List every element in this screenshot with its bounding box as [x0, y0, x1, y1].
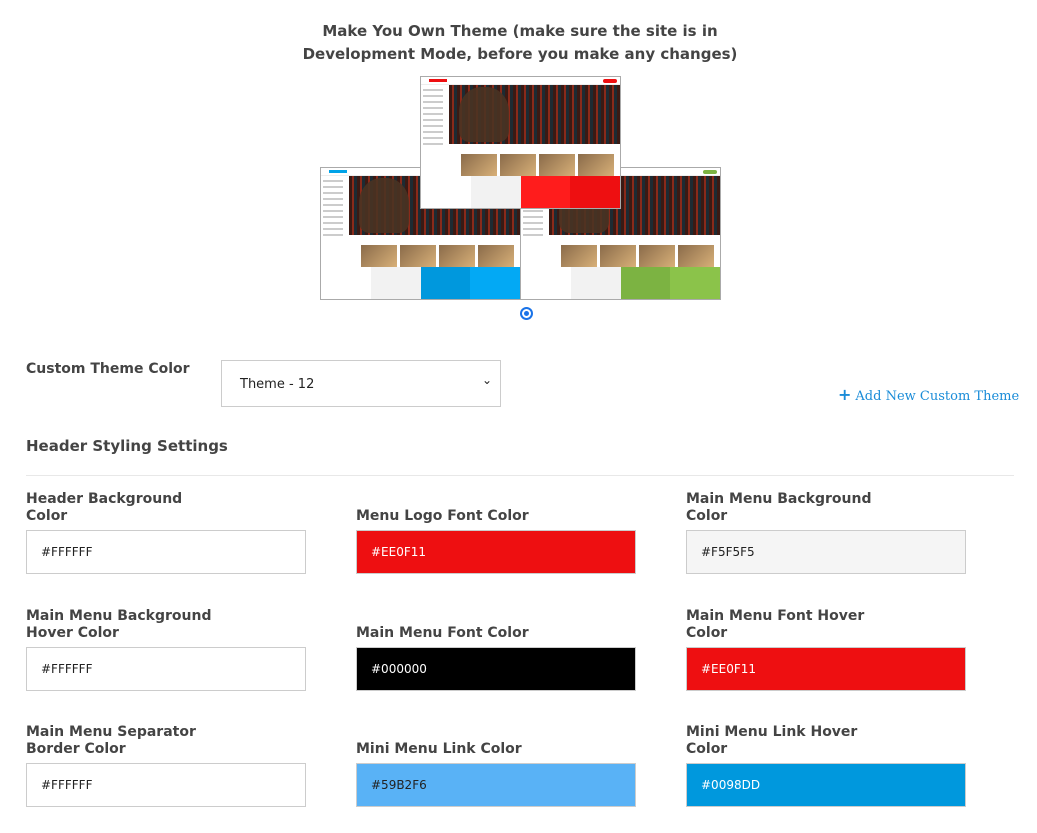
- theme-preview-image[interactable]: [420, 76, 621, 209]
- field-label: Header Background Color: [26, 491, 183, 524]
- field-label: Main Menu Background Hover Color: [26, 608, 212, 641]
- color-input[interactable]: #0098DD: [686, 763, 966, 807]
- color-swatch: [470, 176, 521, 208]
- preview-thumbnails: [461, 154, 614, 176]
- preview-sidebar: [321, 176, 349, 267]
- color-swatch: [520, 176, 571, 208]
- custom-theme-label: Custom Theme Color: [26, 361, 190, 377]
- preview-color-swatches: [421, 176, 620, 208]
- color-input[interactable]: #FFFFFF: [26, 763, 306, 807]
- color-swatch: [321, 267, 371, 299]
- color-input[interactable]: #59B2F6: [356, 763, 636, 807]
- field-label: Mini Menu Link Hover Color: [686, 724, 858, 757]
- field-label: Main Menu Font Color: [356, 625, 529, 641]
- color-swatch: [521, 267, 571, 299]
- color-swatch: [420, 267, 471, 299]
- preview-thumbnails: [561, 245, 714, 267]
- color-input[interactable]: #000000: [356, 647, 636, 691]
- divider: [26, 475, 1014, 476]
- field-label: Mini Menu Link Color: [356, 741, 522, 757]
- theme-preview-radio[interactable]: [520, 307, 533, 320]
- chevron-down-icon: ⌄: [481, 373, 492, 387]
- color-swatch: [570, 176, 620, 208]
- color-swatch: [421, 176, 471, 208]
- color-input[interactable]: #FFFFFF: [26, 647, 306, 691]
- color-swatch: [620, 267, 671, 299]
- color-swatch: [570, 267, 621, 299]
- plus-icon: +: [838, 385, 852, 404]
- color-swatch: [670, 267, 720, 299]
- field-label: Main Menu Background Color: [686, 491, 872, 524]
- color-swatch: [370, 267, 421, 299]
- color-input[interactable]: #FFFFFF: [26, 530, 306, 574]
- color-swatch: [470, 267, 520, 299]
- color-input[interactable]: #F5F5F5: [686, 530, 966, 574]
- preview-thumbnails: [361, 245, 514, 267]
- custom-theme-select[interactable]: Theme - 12 ⌄: [221, 360, 501, 407]
- field-label: Menu Logo Font Color: [356, 508, 529, 524]
- color-input[interactable]: #EE0F11: [686, 647, 966, 691]
- page-title: Make You Own Theme (make sure the site i…: [302, 22, 738, 63]
- color-input[interactable]: #EE0F11: [356, 530, 636, 574]
- preview-header: [421, 77, 620, 85]
- field-label: Main Menu Separator Border Color: [26, 724, 196, 757]
- preview-color-swatches: [521, 267, 720, 299]
- field-label: Main Menu Font Hover Color: [686, 608, 865, 641]
- section-title: Header Styling Settings: [26, 437, 228, 455]
- preview-sidebar: [421, 85, 449, 176]
- preview-color-swatches: [321, 267, 520, 299]
- preview-banner: [449, 85, 620, 144]
- add-new-custom-theme-link[interactable]: + Add New Custom Theme: [838, 385, 1019, 404]
